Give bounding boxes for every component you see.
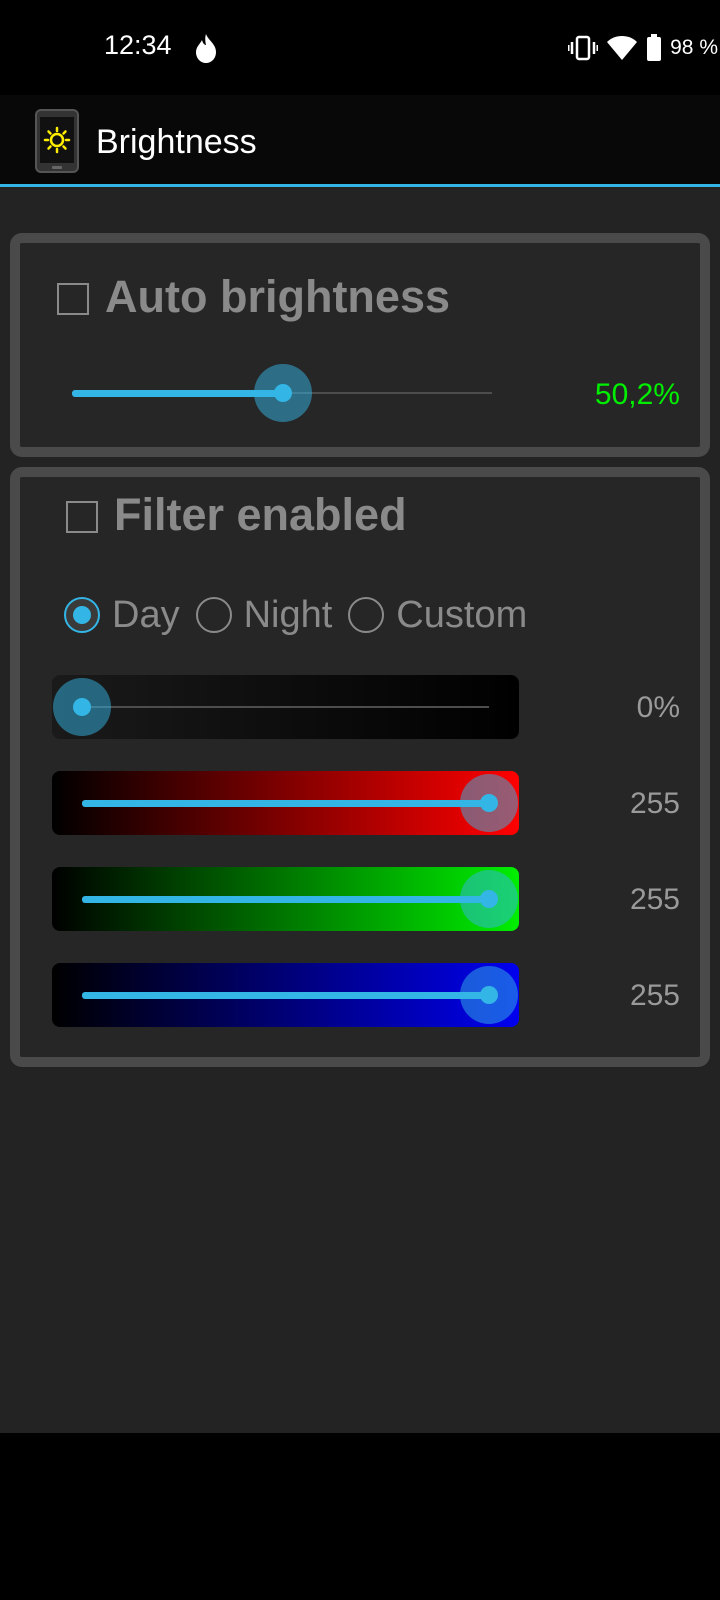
blue-value: 255: [629, 979, 680, 1012]
blue-slider[interactable]: [52, 963, 519, 1027]
radio-custom-label[interactable]: Custom: [396, 594, 527, 637]
radio-night-label[interactable]: Night: [244, 594, 333, 637]
main-content: Auto brightness 50,2% Filter enabled Day…: [0, 187, 720, 1433]
radio-night[interactable]: [195, 597, 232, 633]
auto-brightness-slider[interactable]: [72, 363, 492, 423]
filter-brightness-track: [82, 706, 489, 708]
filter-enabled-label: Filter enabled: [114, 489, 407, 540]
auto-brightness-panel: Auto brightness 50,2%: [10, 233, 710, 457]
blue-fill: [82, 992, 489, 999]
filter-enabled-checkbox[interactable]: [66, 501, 98, 533]
filter-brightness-value: 0%: [636, 691, 680, 724]
wifi-icon: [607, 36, 638, 60]
vibrate-icon: [568, 35, 599, 61]
filter-panel: Filter enabled Day Night Custom 0% 255 2…: [10, 467, 710, 1067]
blue-thumb[interactable]: [460, 966, 518, 1024]
red-thumb[interactable]: [460, 774, 518, 832]
filter-brightness-thumb[interactable]: [53, 678, 111, 736]
auto-brightness-fill: [72, 390, 283, 397]
red-fill: [82, 800, 489, 807]
green-value: 255: [629, 883, 680, 916]
battery-icon: [647, 34, 662, 61]
auto-brightness-checkbox[interactable]: [57, 283, 89, 315]
app-bar: Brightness: [0, 95, 720, 187]
radio-day[interactable]: [64, 597, 100, 633]
red-value: 255: [629, 787, 680, 820]
status-bar: 12:34 98 %: [0, 0, 720, 95]
battery-percentage: 98 %: [670, 36, 718, 59]
red-slider[interactable]: [52, 771, 519, 835]
status-time: 12:34: [104, 30, 172, 60]
filter-mode-radio-group: Day Night Custom: [64, 587, 543, 643]
fire-icon: [196, 34, 216, 63]
radio-day-label[interactable]: Day: [112, 594, 180, 637]
green-slider[interactable]: [52, 867, 519, 931]
auto-brightness-value: 50,2%: [594, 378, 680, 411]
auto-brightness-thumb[interactable]: [253, 364, 312, 422]
app-title: Brightness: [96, 123, 257, 161]
status-icons: 98 %: [568, 28, 720, 68]
navigation-bar: [0, 1433, 720, 1600]
auto-brightness-label: Auto brightness: [105, 271, 450, 322]
green-thumb[interactable]: [460, 870, 518, 928]
radio-custom[interactable]: [348, 597, 385, 633]
brightness-phone-icon: [35, 109, 79, 173]
filter-brightness-slider[interactable]: [52, 675, 519, 739]
green-fill: [82, 896, 489, 903]
